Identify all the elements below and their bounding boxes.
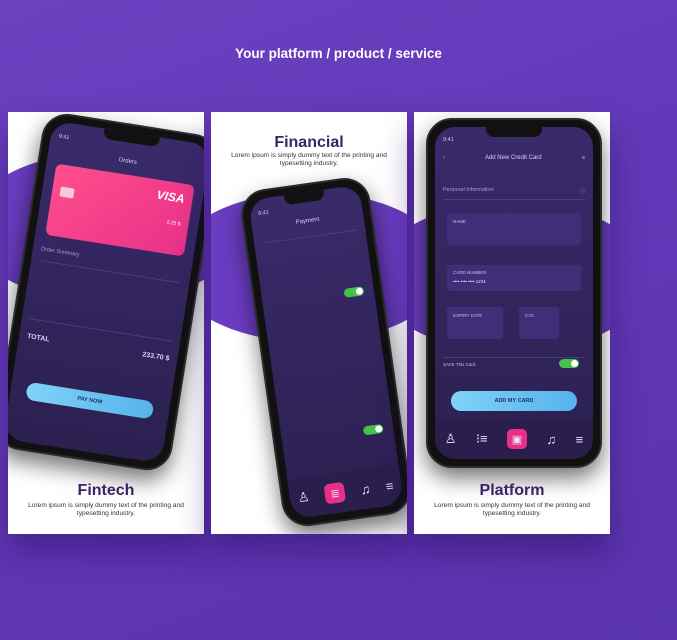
menu-icon[interactable]: ≡ [576,432,584,447]
tab-bar: ♙ ⁝≡ ▣ ♫ ≡ [435,419,593,459]
card-icon[interactable]: ▣ [507,429,527,449]
panel-title: Platform [479,482,545,499]
cvc-field[interactable]: CVC [519,307,559,339]
back-icon[interactable]: ‹ [443,155,445,161]
panel-title: Fintech [77,482,135,499]
screen-title: Payment [295,216,320,226]
status-time: 9:41 [443,137,454,143]
panel-financial: Financial Lorem ipsum is simply dummy te… [211,112,407,534]
add-my-card-button[interactable]: ADD MY CARD [451,391,577,411]
notification-toggle[interactable] [362,423,384,436]
save-card-toggle[interactable] [559,359,579,368]
payment-options [262,229,374,362]
phone-platform: 9:41 ‹ Add New Credit Card ≡ Personal In… [426,118,602,468]
payment-toggle[interactable] [343,286,365,298]
bell-icon[interactable]: ♫ [546,432,556,447]
user-icon[interactable]: ♙ [445,431,457,447]
card-number-value: •••• •••• •••• 1234 [453,279,486,284]
expiry-date-label: EXPIRY DATE [453,313,483,318]
menu-icon[interactable]: ≡ [582,155,585,161]
order-items [29,259,182,342]
menu-icon[interactable]: ≡ [385,478,395,494]
card-amount: 2.25 $ [166,219,181,228]
panel-description: Lorem ipsum is simply dummy text of the … [231,152,387,167]
order-summary-label: Order Summary [40,246,81,259]
tab-bar: ♙ ≣ ♫ ≡ [287,464,404,520]
phone-fintech: 9:41 Orders VISA 2.25 $ Order Summary TO… [8,112,204,474]
info-icon: ⓘ [579,189,585,195]
personal-info-label: Personal Information [443,187,494,193]
credit-card[interactable]: VISA 2.25 $ [45,163,195,257]
phone-notch [486,127,542,137]
panel-platform: 9:41 ‹ Add New Credit Card ≡ Personal In… [414,112,610,534]
phone-screen: 9:41 Orders VISA 2.25 $ Order Summary TO… [8,120,204,464]
card-brand: VISA [155,187,186,206]
phone-screen: 9:41 ‹ Add New Credit Card ≡ Personal In… [435,127,593,459]
expiry-date-field[interactable]: EXPIRY DATE [447,307,503,339]
card-number-field[interactable]: CARD NUMBER •••• •••• •••• 1234 [447,265,581,291]
total-value: 233.70 $ [141,351,170,363]
status-time: 9:41 [257,209,270,218]
headline: Your platform / product / service [235,46,442,61]
name-field-label: NAME [453,219,467,224]
user-icon[interactable]: ♙ [297,489,311,506]
total-label: TOTAL [26,333,51,344]
name-field[interactable]: NAME [447,213,581,245]
promo-stage: Your platform / product / service 9:41 O… [0,0,677,640]
screen-title: Add New Credit Card [484,155,542,161]
card-number-label: CARD NUMBER [453,270,487,275]
screen-title: Orders [118,157,138,167]
panel-description: Lorem ipsum is simply dummy text of the … [28,502,184,517]
list-icon[interactable]: ⁝≡ [476,431,488,447]
status-time: 9:41 [58,133,70,142]
panel-fintech: 9:41 Orders VISA 2.25 $ Order Summary TO… [8,112,204,534]
save-card-label: SAVE This Card [443,362,476,367]
panel-description: Lorem ipsum is simply dummy text of the … [434,502,590,517]
panel-title: Financial [274,134,344,151]
list-icon[interactable]: ≣ [323,481,347,505]
cvc-label: CVC [525,313,535,318]
pay-now-button[interactable]: PAY NOW [25,381,155,420]
bell-icon[interactable]: ♫ [359,481,371,497]
chip-icon [59,186,75,199]
